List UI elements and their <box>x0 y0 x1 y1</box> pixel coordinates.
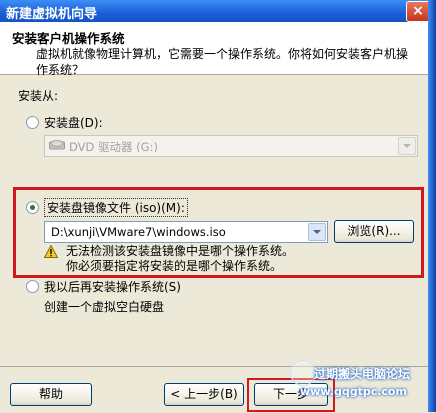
iso-path-input[interactable]: D:\xunji\VMware7\windows.iso <box>44 221 328 243</box>
close-button[interactable]: × <box>406 1 430 22</box>
disc-drive-select[interactable]: DVD 驱动器 (G:) <box>44 135 418 157</box>
page-title: 安装客户机操作系统 <box>12 31 125 46</box>
window-title: 新建虚拟机向导 <box>6 7 98 22</box>
wizard-header: 安装客户机操作系统 虚拟机就像物理计算机，它需要一个操作系统。你将如何安装客户机… <box>0 22 428 77</box>
back-button[interactable]: < 上一步(B) <box>164 383 244 406</box>
forum-logo-icon <box>290 360 316 386</box>
wizard-body: 安装从: 安装盘(D): DVD 驱动器 (G:) 安装盘镜像文件 (iso)(… <box>0 75 428 365</box>
browse-button[interactable]: 浏览(R)... <box>334 220 414 243</box>
chevron-down-icon <box>308 223 326 241</box>
watermark: 过期搬头电脑论坛 www.gqgtpc.com <box>290 354 426 400</box>
watermark-line-2: www.gqgtpc.com <box>300 385 407 398</box>
page-description: 虚拟机就像物理计算机，它需要一个操作系统。你将如何安装客户机操作系统？ <box>36 47 409 77</box>
install-disc-label[interactable]: 安装盘(D): <box>44 114 103 131</box>
warning-icon <box>44 245 58 258</box>
chevron-down-icon <box>398 137 416 155</box>
radio-install-iso[interactable] <box>26 201 39 214</box>
install-iso-label[interactable]: 安装盘镜像文件 (iso)(M): <box>44 198 188 217</box>
background-window-edge <box>428 0 436 412</box>
help-button[interactable]: 帮助 <box>10 383 92 406</box>
radio-install-disc[interactable] <box>26 116 39 129</box>
iso-path-value: D:\xunji\VMware7\windows.iso <box>51 225 226 239</box>
close-icon: × <box>412 3 424 19</box>
install-from-label: 安装从: <box>18 89 59 103</box>
radio-install-later[interactable] <box>26 280 39 293</box>
dvd-drive-icon <box>49 140 65 150</box>
watermark-line-1: 过期搬头电脑论坛 <box>314 367 411 381</box>
install-later-label[interactable]: 我以后再安装操作系统(S) <box>44 278 181 295</box>
title-bar: 新建虚拟机向导 × <box>0 0 436 22</box>
disc-drive-value: DVD 驱动器 (G:) <box>69 140 158 154</box>
iso-warning-line-2: 你必须要指定将安装的是哪个操作系统。 <box>66 259 283 273</box>
install-later-description: 创建一个虚拟空白硬盘 <box>44 300 165 314</box>
